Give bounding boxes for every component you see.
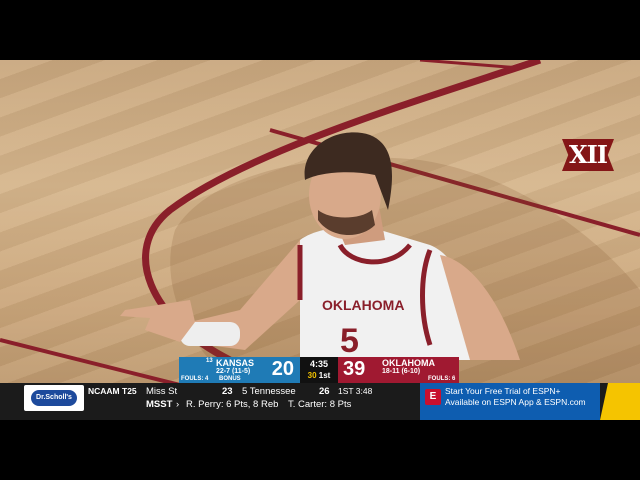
- score-ticker: Dr.Scholl's NCAAM T25 Miss St 23 5 Tenne…: [0, 383, 640, 420]
- period: 1st: [318, 371, 331, 380]
- espn-promo: E Start Your Free Trial of ESPN+ Availab…: [420, 383, 600, 420]
- ticker-team1: Miss St: [146, 386, 178, 397]
- sponsor-logo: Dr.Scholl's: [24, 385, 84, 411]
- jersey: [300, 227, 470, 360]
- game-clock: 4:35: [309, 359, 328, 369]
- game-clock-panel: 4:35 30 1st: [300, 357, 338, 383]
- letterbox-top: [0, 0, 640, 60]
- ticker-score1: 23: [222, 386, 233, 397]
- ticker-score2: 26: [319, 386, 330, 397]
- ticker-status: 1ST 3:48: [338, 386, 373, 396]
- away-team-panel: 13 KANSAS 22-7 (11-5) FOULS: 4 BONUS 20: [179, 357, 300, 383]
- shot-clock: 30: [307, 371, 317, 380]
- away-team-name: KANSAS: [216, 358, 255, 368]
- away-fouls: FOULS: 4: [181, 376, 209, 382]
- away-bonus: BONUS: [219, 376, 241, 382]
- promo-line2: Available on ESPN App & ESPN.com: [445, 397, 586, 407]
- accent-bar: [600, 383, 640, 420]
- clock-row: 30 1st: [300, 371, 338, 380]
- chevron-right-icon: ›: [176, 399, 180, 410]
- promo-line1: Start Your Free Trial of ESPN+: [445, 386, 561, 396]
- away-rank: 13: [206, 358, 213, 364]
- ticker-stat2: T. Carter: 8 Pts: [288, 399, 352, 410]
- letterbox-bottom: [0, 420, 640, 480]
- jersey-number: 5: [340, 322, 359, 360]
- player-hand: [120, 300, 195, 342]
- ticker-team2: 5 Tennessee: [242, 386, 296, 397]
- ticker-abbr: MSST: [146, 399, 173, 410]
- home-record: 18-11 (6-10): [382, 368, 421, 375]
- espn-icon: E: [425, 389, 441, 405]
- away-score: 20: [271, 358, 294, 380]
- home-fouls: FOULS: 6: [428, 376, 456, 382]
- jersey-text: OKLAHOMA: [322, 297, 404, 313]
- ticker-stat1: R. Perry: 6 Pts, 8 Reb: [186, 399, 279, 410]
- home-score: 39: [343, 358, 366, 380]
- away-record: 22-7 (11-5): [216, 368, 251, 375]
- home-team-name: OKLAHOMA: [382, 358, 435, 368]
- ticker-label: NCAAM T25: [88, 386, 137, 396]
- home-team-panel: 39 OKLAHOMA 18-11 (6-10) FOULS: 6: [338, 357, 459, 383]
- sponsor-name: Dr.Scholl's: [31, 390, 77, 406]
